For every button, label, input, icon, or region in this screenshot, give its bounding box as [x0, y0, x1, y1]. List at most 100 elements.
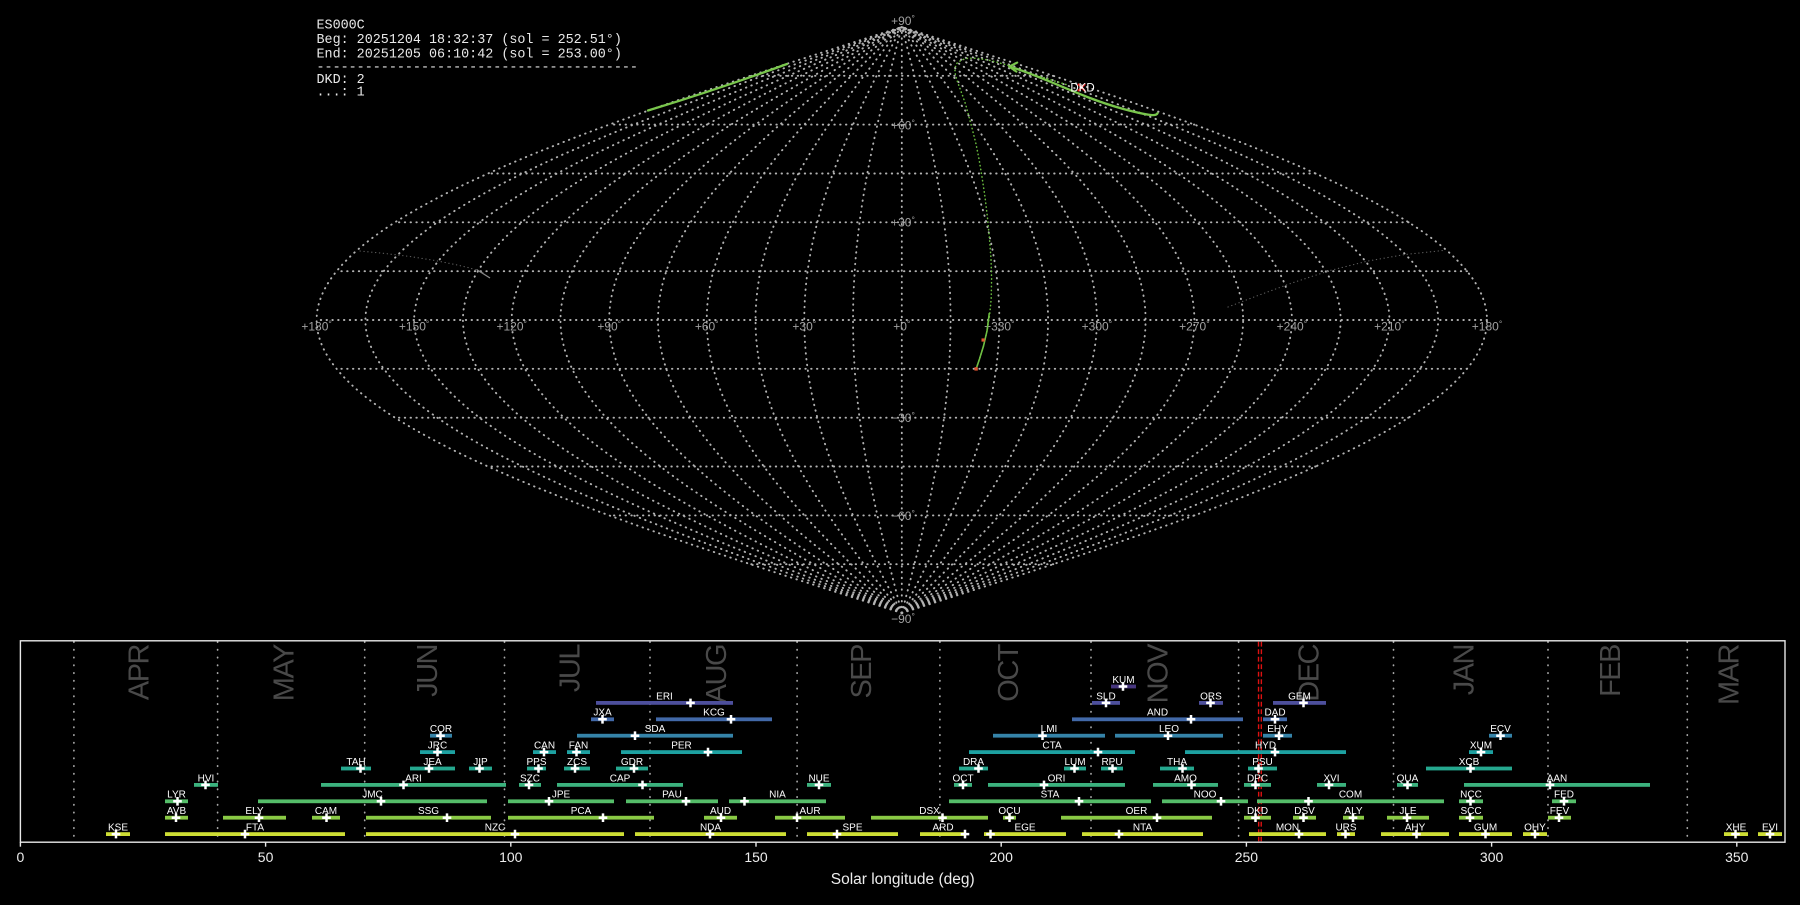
svg-text:FAN: FAN — [569, 741, 588, 752]
svg-text:NZC: NZC — [485, 823, 506, 834]
svg-text:MON: MON — [1276, 823, 1299, 834]
svg-text:STA: STA — [1041, 790, 1060, 801]
svg-text:NUE: NUE — [808, 773, 829, 784]
svg-text:CAM: CAM — [315, 806, 337, 817]
svg-text:FEV: FEV — [1550, 806, 1570, 817]
svg-text:CAN: CAN — [534, 741, 555, 752]
svg-text:JMC: JMC — [362, 790, 383, 801]
svg-text:KSE: KSE — [108, 823, 128, 834]
svg-text:OHY: OHY — [1524, 823, 1546, 834]
svg-text:DKD: DKD — [1070, 83, 1094, 95]
svg-text:JXA: JXA — [593, 708, 612, 719]
svg-text:PAU: PAU — [662, 790, 682, 801]
svg-text:100: 100 — [499, 849, 523, 865]
svg-text:CAP: CAP — [610, 773, 631, 784]
svg-text:...: 1: ...: 1 — [317, 86, 365, 101]
svg-text:CTA: CTA — [1042, 741, 1062, 752]
svg-text:MAY: MAY — [269, 644, 301, 701]
svg-text:NCC: NCC — [1460, 790, 1482, 801]
svg-text:SEP: SEP — [846, 645, 878, 699]
svg-text:ZCS: ZCS — [567, 757, 587, 768]
svg-text:+30°: +30° — [792, 318, 816, 333]
svg-text:250: 250 — [1235, 849, 1259, 865]
svg-text:LUM: LUM — [1064, 757, 1085, 768]
svg-text:AMO: AMO — [1174, 773, 1197, 784]
svg-text:+210°: +210° — [1374, 318, 1404, 333]
svg-text:EHY: EHY — [1267, 724, 1288, 735]
svg-text:OCU: OCU — [998, 806, 1020, 817]
svg-text:GUM: GUM — [1474, 823, 1497, 834]
svg-text:300: 300 — [1480, 849, 1504, 865]
svg-text:OCT: OCT — [952, 773, 973, 784]
svg-text:−60°: −60° — [891, 508, 915, 523]
svg-text:SZC: SZC — [520, 773, 540, 784]
svg-text:150: 150 — [744, 849, 768, 865]
svg-text:NTA: NTA — [1133, 823, 1153, 834]
svg-text:EGE: EGE — [1014, 823, 1035, 834]
svg-text:AHY: AHY — [1405, 823, 1426, 834]
svg-text:RPU: RPU — [1101, 757, 1122, 768]
svg-text:PER: PER — [671, 741, 692, 752]
svg-text:PPS: PPS — [526, 757, 546, 768]
svg-text:QUA: QUA — [1397, 773, 1419, 784]
svg-text:SLD: SLD — [1096, 691, 1115, 702]
svg-text:TAH: TAH — [346, 757, 365, 768]
svg-text:GDR: GDR — [621, 757, 643, 768]
svg-text:XVI: XVI — [1323, 773, 1339, 784]
svg-text:FED: FED — [1554, 790, 1574, 801]
svg-text:PSU: PSU — [1252, 757, 1273, 768]
svg-text:XUM: XUM — [1470, 741, 1492, 752]
svg-text:JEA: JEA — [423, 757, 442, 768]
svg-text:Solar longitude (deg): Solar longitude (deg) — [831, 871, 975, 888]
svg-text:ORI: ORI — [1048, 773, 1066, 784]
svg-text:DPC: DPC — [1247, 773, 1268, 784]
svg-text:HVI: HVI — [198, 773, 215, 784]
svg-text:−90°: −90° — [891, 611, 915, 626]
svg-text:LEO: LEO — [1159, 724, 1179, 735]
svg-text:JAN: JAN — [1448, 645, 1480, 695]
svg-text:AND: AND — [1147, 708, 1168, 719]
svg-text:FTA: FTA — [246, 823, 264, 834]
svg-text:EVI: EVI — [1762, 823, 1778, 834]
svg-text:350: 350 — [1725, 849, 1749, 865]
svg-text:LMI: LMI — [1041, 724, 1058, 735]
svg-text:+90°: +90° — [891, 13, 915, 28]
svg-text:ES000C: ES000C — [317, 19, 365, 34]
svg-text:ECV: ECV — [1490, 724, 1511, 735]
svg-text:APR: APR — [123, 644, 155, 700]
svg-text:SSG: SSG — [418, 806, 439, 817]
svg-text:+270°: +270° — [1179, 318, 1209, 333]
svg-text:JLE: JLE — [1399, 806, 1417, 817]
svg-text:0: 0 — [17, 849, 25, 865]
svg-text:+180°: +180° — [301, 318, 331, 333]
svg-text:COM: COM — [1339, 790, 1362, 801]
svg-text:GEM: GEM — [1288, 691, 1311, 702]
svg-text:ORS: ORS — [1200, 691, 1222, 702]
svg-text:NOO: NOO — [1194, 790, 1217, 801]
svg-text:OCT: OCT — [993, 643, 1025, 702]
svg-text:+90°: +90° — [597, 318, 621, 333]
svg-text:COR: COR — [430, 724, 452, 735]
svg-text:DSV: DSV — [1294, 806, 1315, 817]
svg-text:JUN: JUN — [412, 645, 444, 697]
svg-text:DRA: DRA — [963, 757, 984, 768]
svg-text:+180°: +180° — [1472, 318, 1502, 333]
svg-text:JUL: JUL — [555, 644, 587, 692]
svg-text:ARD: ARD — [932, 823, 953, 834]
svg-text:KCG: KCG — [703, 708, 725, 719]
svg-text:LYR: LYR — [167, 790, 186, 801]
svg-text:NOV: NOV — [1142, 643, 1174, 704]
svg-text:AVB: AVB — [167, 806, 187, 817]
svg-text:DKD: DKD — [1247, 806, 1268, 817]
svg-text:JRC: JRC — [428, 741, 447, 752]
svg-text:AUG: AUG — [701, 645, 733, 703]
svg-text:+60°: +60° — [891, 117, 915, 132]
svg-text:NDA: NDA — [700, 823, 721, 834]
svg-text:NIA: NIA — [769, 790, 786, 801]
svg-text:50: 50 — [258, 849, 274, 865]
svg-text:+30°: +30° — [891, 214, 915, 229]
svg-text:XCB: XCB — [1459, 757, 1480, 768]
svg-text:SDA: SDA — [645, 724, 666, 735]
svg-text:200: 200 — [990, 849, 1014, 865]
svg-text:JIP: JIP — [473, 757, 488, 768]
